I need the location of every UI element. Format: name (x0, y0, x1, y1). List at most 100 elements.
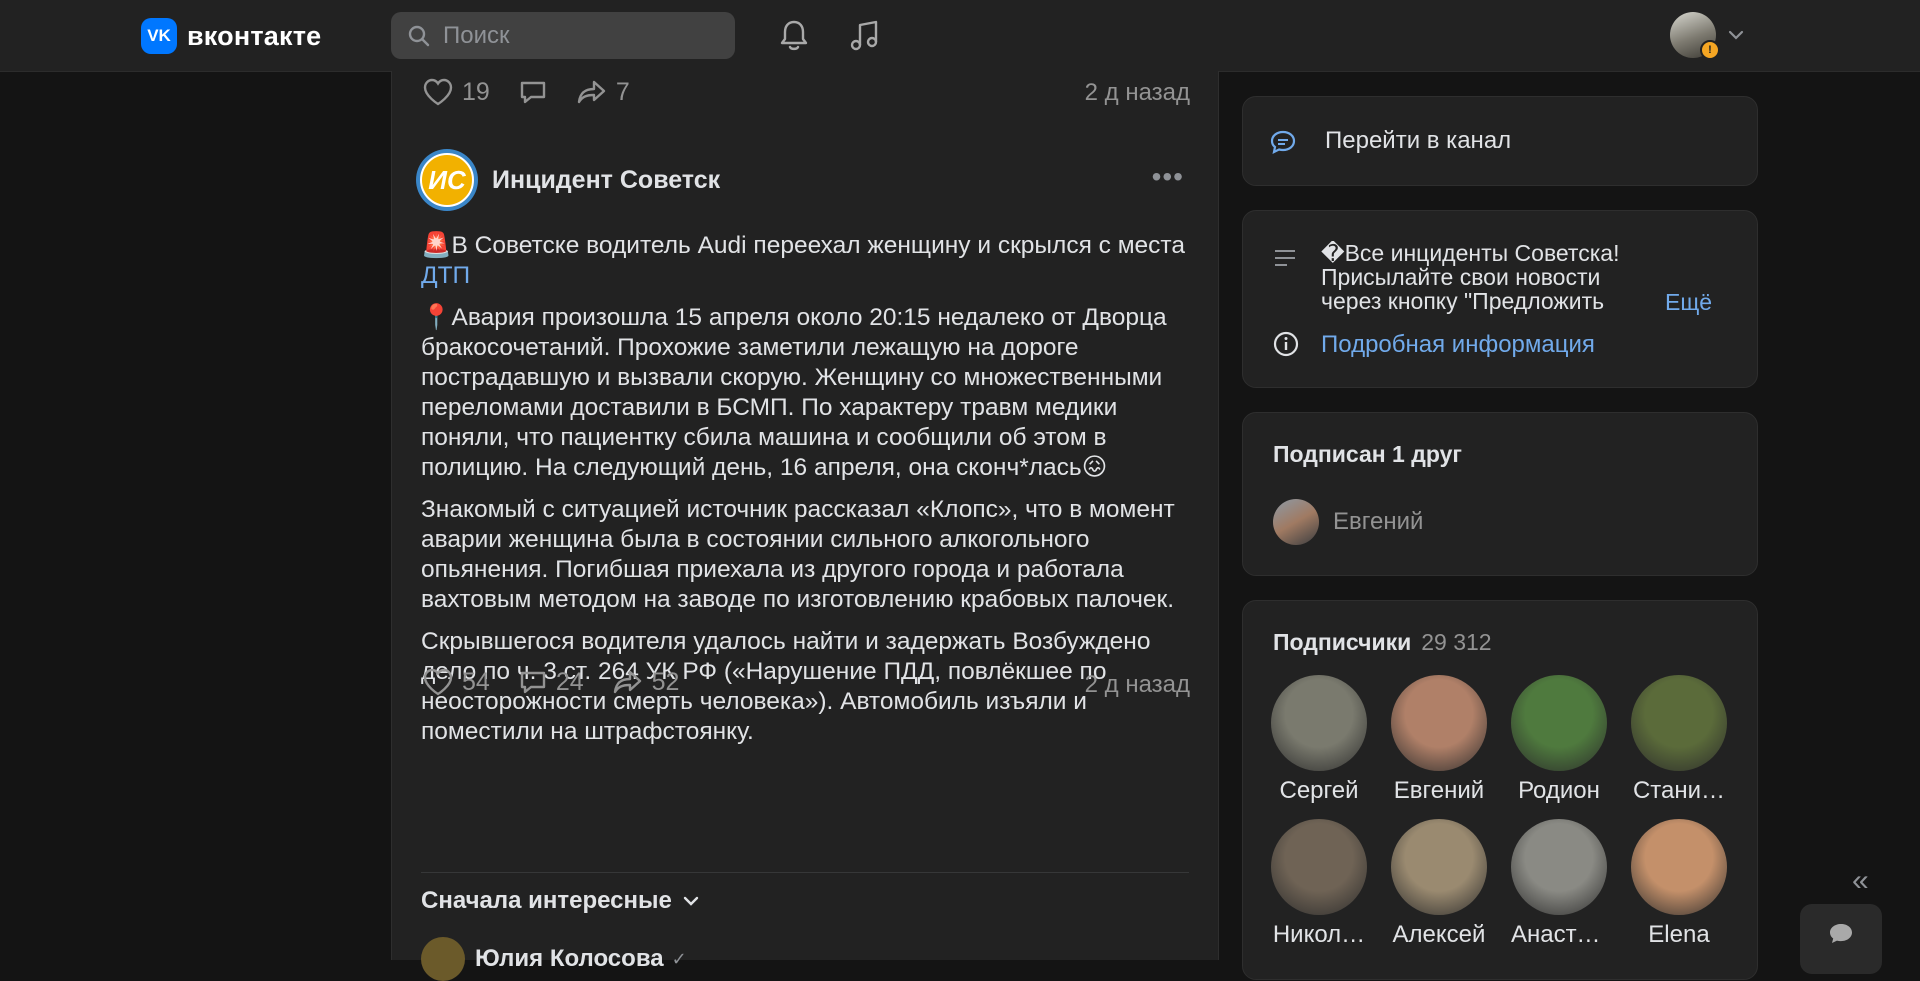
subscriber-item[interactable]: Анаста… (1511, 819, 1607, 949)
about-card: �Все инциденты Советска! Присылайте свои… (1242, 210, 1758, 388)
share-icon (613, 670, 641, 694)
avatar: ! (1670, 12, 1720, 60)
go-to-channel-button: Перейти в канал (1325, 127, 1512, 154)
share-button[interactable]: 7 (576, 77, 630, 107)
share-count: 7 (615, 77, 630, 106)
subscriber-avatar (1391, 675, 1487, 771)
heart-icon (423, 78, 453, 106)
comment-item: Юлия Колосова ✓ (421, 937, 687, 981)
comments-sort-label: Сначала интересные (421, 887, 672, 914)
subscribers-count: 29 312 (1421, 629, 1492, 655)
siren-emoji: 🚨 (421, 232, 452, 259)
subscriber-item[interactable]: Elena (1631, 819, 1727, 949)
like-count: 19 (462, 77, 490, 106)
like-count: 54 (462, 667, 490, 696)
subscriber-name: Elena (1648, 921, 1710, 948)
subscriber-item[interactable]: Стани… (1631, 675, 1727, 805)
music-note-icon[interactable] (846, 18, 882, 54)
post-paragraph-2: Знакомый с ситуацией источник рассказал … (421, 496, 1175, 613)
friend-avatar (1273, 499, 1319, 545)
subscriber-avatar (1391, 819, 1487, 915)
comment-icon (520, 671, 546, 694)
comment-count: 24 (555, 667, 584, 696)
top-bar: VK вконтакте ! (0, 0, 1920, 72)
post-author[interactable]: Инцидент Советск (492, 166, 720, 195)
subscriber-name: Анаста… (1511, 921, 1607, 948)
profile-menu[interactable]: ! (1670, 12, 1744, 60)
search-box[interactable] (391, 12, 735, 59)
post-title-text: В Советске водитель Audi переехал женщин… (451, 232, 1186, 259)
like-button[interactable]: 54 (422, 667, 490, 697)
subscriber-name: Стани… (1632, 777, 1726, 804)
sad-emoji: 😖 (1081, 454, 1108, 481)
comment-avatar[interactable] (421, 937, 465, 981)
comment-button[interactable] (518, 77, 548, 107)
hashtag-link[interactable]: ДТП (421, 262, 470, 289)
prev-post-time[interactable]: 2 д назад (1085, 79, 1190, 107)
prev-post-actions: 19 7 (422, 77, 630, 107)
group-avatar[interactable]: ИС (416, 149, 478, 211)
show-more-link[interactable]: Ещё (1661, 289, 1713, 316)
vk-logo-icon: VK (141, 18, 177, 54)
subscribers-card: Подписчики 29 312 Сергей Евгений Родион Ста… (1242, 600, 1758, 980)
chevron-down-icon (683, 896, 699, 906)
friend-item[interactable]: Евгений (1273, 499, 1423, 545)
chat-bubble-icon (1270, 130, 1296, 154)
friends-title[interactable]: Подписан 1 друг (1273, 441, 1462, 468)
heart-icon (423, 668, 453, 696)
subscriber-item[interactable]: Евгений (1391, 675, 1487, 805)
subscriber-name: Евгений (1393, 777, 1485, 804)
comment-icon (520, 81, 546, 104)
subscriber-avatar (1271, 675, 1367, 771)
post-title: 🚨В Советске водитель Audi переехал женщи… (421, 231, 1191, 291)
chevron-down-icon (1728, 30, 1744, 40)
subscribers-header[interactable]: Подписчики 29 312 (1273, 629, 1492, 656)
subscriber-avatar (1631, 675, 1727, 771)
like-button[interactable]: 19 (422, 77, 490, 107)
message-bubble-icon (1830, 924, 1852, 943)
subscriber-name: Родион (1518, 777, 1600, 804)
search-icon (408, 25, 430, 46)
subscriber-avatar (1511, 675, 1607, 771)
logo-text: вконтакте (187, 20, 322, 51)
share-icon (577, 80, 606, 104)
subscriber-name: Алексей (1392, 921, 1486, 948)
post-actions: 54 24 52 (422, 667, 679, 697)
subscriber-avatar (1631, 819, 1727, 915)
subscriber-item[interactable]: Никол… (1271, 819, 1367, 949)
group-avatar-text: ИС (420, 153, 474, 207)
subscriber-name: Сергей (1279, 777, 1359, 804)
search-input[interactable] (441, 20, 715, 51)
notifications-bell-icon[interactable] (776, 18, 812, 54)
text-lines-icon (1275, 250, 1295, 266)
detailed-info-link[interactable]: Подробная информация (1321, 331, 1595, 359)
share-button[interactable]: 52 (612, 667, 679, 697)
post-header: ИС Инцидент Советск (416, 149, 720, 211)
vk-logo[interactable]: VK вконтакте (141, 18, 321, 54)
info-icon (1273, 331, 1299, 357)
divider (421, 872, 1189, 873)
subscriber-item[interactable]: Родион (1511, 675, 1607, 805)
subscriber-avatar (1511, 819, 1607, 915)
more-options-icon[interactable]: ••• (1152, 163, 1184, 191)
friend-name: Евгений (1333, 508, 1424, 535)
about-text: �Все инциденты Советска! Присылайте свои… (1321, 241, 1620, 314)
verified-check-icon: ✓ (671, 948, 687, 969)
comments-sort[interactable]: Сначала интересные (421, 887, 700, 915)
subscriber-item[interactable]: Алексей (1391, 819, 1487, 949)
post-paragraph-1: 📍Авария произошла 15 апреля около 20:15 … (421, 303, 1191, 483)
subscriber-item[interactable]: Сергей (1271, 675, 1367, 805)
friends-card: Подписан 1 друг Евгений (1242, 412, 1758, 576)
subscribers-grid: Сергей Евгений Родион Стани… Никол… Алексей Ан… (1271, 675, 1727, 949)
comment-button[interactable]: 24 (518, 667, 584, 697)
feed-column: 19 7 2 д назад ИС Инцидент Советск ••• 🚨… (391, 71, 1219, 981)
messages-button[interactable] (1800, 904, 1882, 974)
paragraph-1-text: Авария произошла 15 апреля около 20:15 н… (421, 304, 1167, 481)
post-time[interactable]: 2 д назад (1085, 671, 1190, 699)
go-to-channel-card[interactable]: Перейти в канал (1242, 96, 1758, 186)
warning-badge: ! (1700, 40, 1720, 60)
collapse-chevrons-icon[interactable]: « (1852, 866, 1869, 896)
comment-author[interactable]: Юлия Колосова (475, 945, 664, 973)
pin-emoji: 📍 (421, 304, 452, 331)
subscribers-title: Подписчики (1273, 629, 1412, 655)
